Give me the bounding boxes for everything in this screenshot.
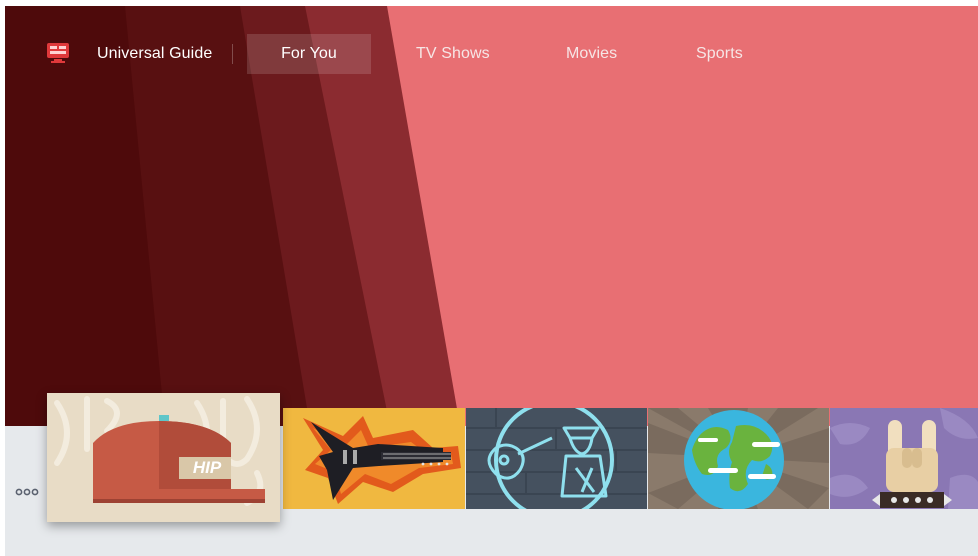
genre-tile-folk[interactable]	[466, 408, 647, 509]
nav-divider	[232, 44, 233, 64]
genre-tile-rock[interactable]	[283, 408, 465, 509]
tab-movies[interactable]: Movies	[566, 34, 617, 74]
genre-tile-hip-hop[interactable]: HIP	[47, 393, 280, 522]
tab-sports[interactable]: Sports	[696, 34, 743, 74]
rock-guitar-icon	[283, 408, 465, 509]
tab-for-you[interactable]: For You	[247, 34, 371, 74]
tile-caption: HIP	[192, 458, 222, 477]
genre-tile-world[interactable]	[648, 408, 829, 509]
tv-screen: Universal Guide For You TV Shows Movies …	[5, 6, 978, 556]
world-globe-icon	[648, 408, 829, 509]
universal-guide-icon[interactable]	[45, 40, 71, 66]
top-navigation: Universal Guide For You TV Shows Movies …	[5, 34, 978, 74]
tab-tv-shows[interactable]: TV Shows	[416, 34, 490, 74]
folk-guitarist-icon	[466, 408, 647, 509]
genre-tile-metal[interactable]	[830, 408, 978, 509]
app-title: Universal Guide	[97, 45, 213, 62]
hip-hop-cap-icon	[47, 393, 280, 522]
more-dots-icon[interactable]	[15, 488, 39, 496]
rock-hand-sign-icon	[830, 408, 978, 509]
